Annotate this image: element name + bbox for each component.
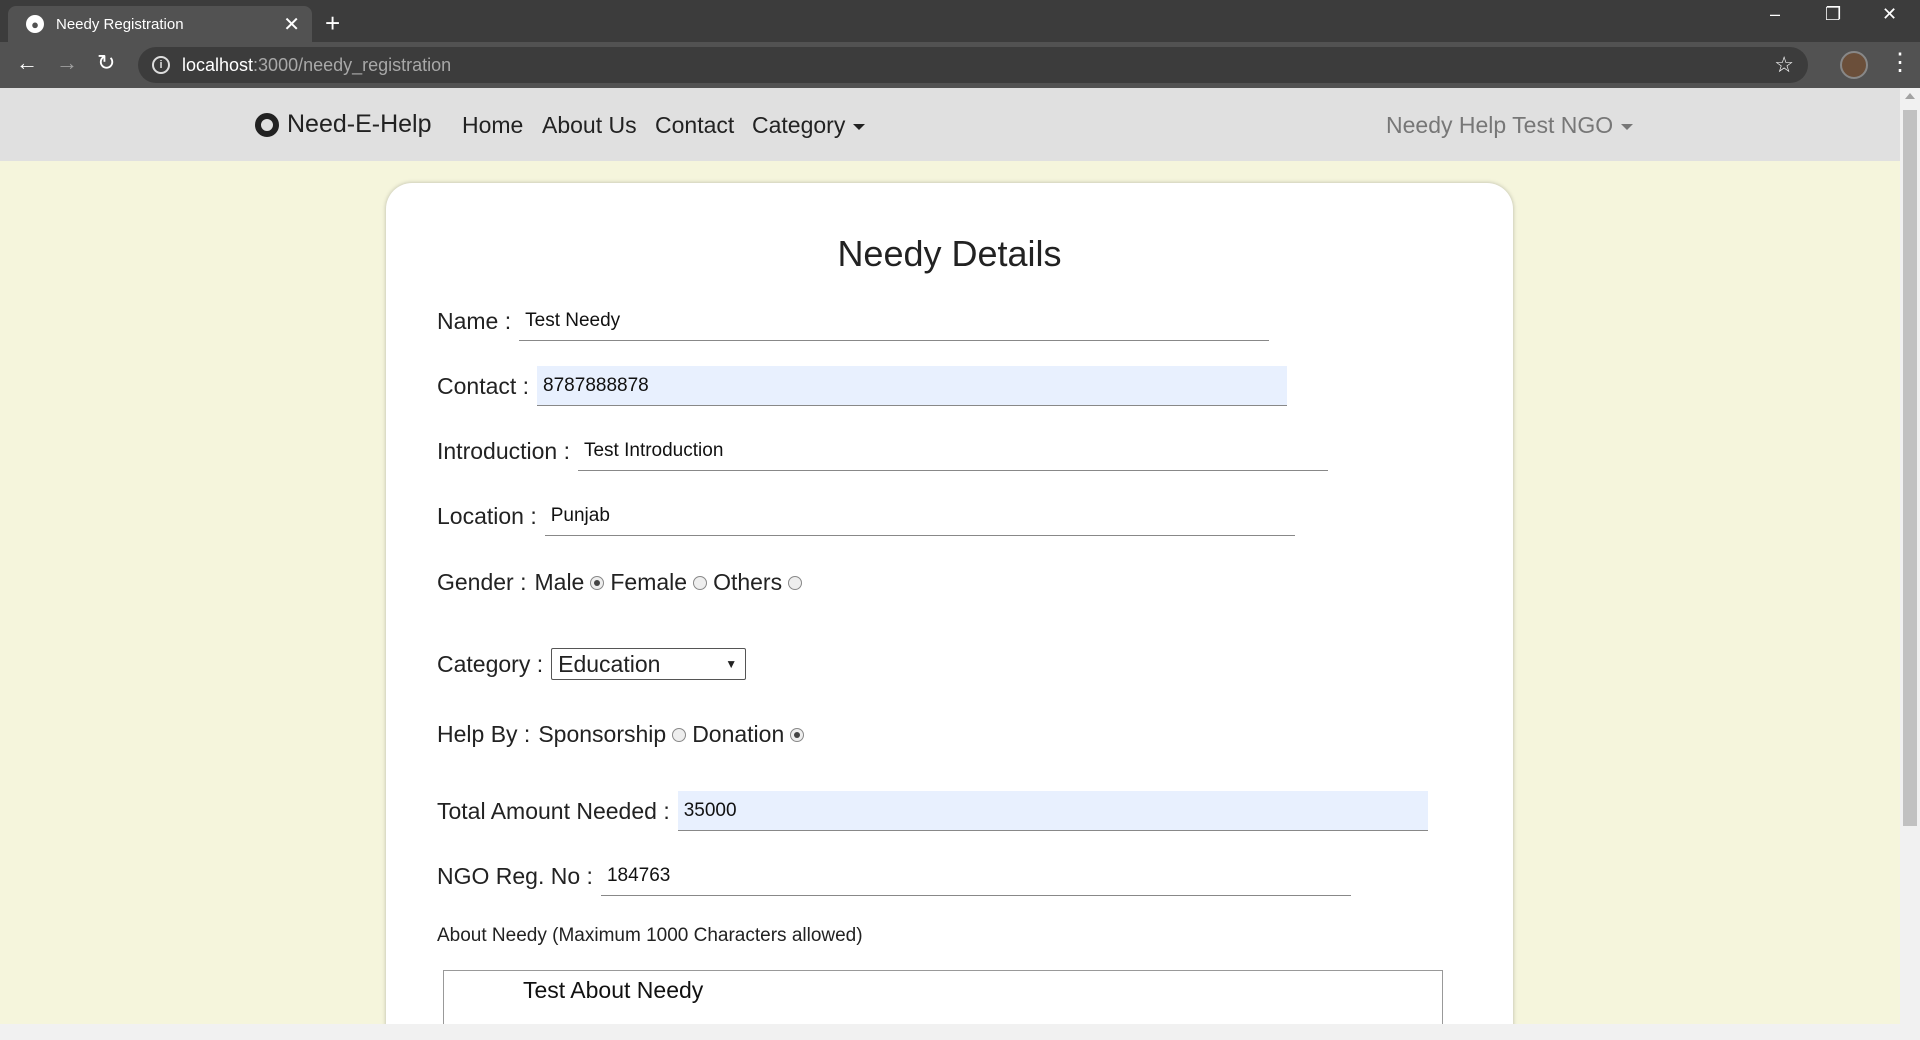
ngo-regno-row: NGO Reg. No : (437, 856, 1351, 896)
amount-row: Total Amount Needed : (437, 791, 1428, 831)
helpby-donation-radio[interactable] (790, 727, 805, 742)
category-row: Category : Education ▼ (437, 648, 747, 680)
introduction-row: Introduction : (437, 431, 1328, 471)
vertical-scrollbar[interactable] (1900, 88, 1920, 1040)
gender-female-label: Female (610, 569, 688, 595)
gender-label: Gender : (437, 569, 527, 595)
back-icon[interactable]: ← (16, 50, 38, 76)
browser-tabstrip: ● Needy Registration ✕ + – ❐ ✕ (0, 0, 1920, 42)
brand-link[interactable]: Need-E-Help (255, 110, 432, 139)
contact-row: Contact : (437, 366, 1288, 406)
gender-others-label: Others (713, 569, 783, 595)
amount-label: Total Amount Needed : (437, 797, 670, 824)
location-row: Location : (437, 496, 1295, 536)
forward-icon[interactable]: → (56, 50, 78, 76)
needy-details-card: Needy Details Name : Contact : Introduct… (386, 183, 1513, 1040)
about-needy-label: About Needy (Maximum 1000 Characters all… (437, 925, 863, 946)
globe-icon: ● (26, 15, 44, 33)
window-close-icon[interactable]: ✕ (1882, 4, 1897, 25)
ngo-regno-input[interactable] (600, 856, 1351, 896)
ngo-regno-label: NGO Reg. No : (437, 862, 593, 889)
caret-down-icon (1621, 123, 1634, 130)
name-label: Name : (437, 307, 512, 334)
helpby-label: Help By : (437, 721, 531, 747)
category-select[interactable]: Education ▼ (551, 648, 747, 680)
nav-contact[interactable]: Contact (655, 112, 734, 139)
close-tab-icon[interactable]: ✕ (283, 12, 300, 37)
gender-male-radio[interactable] (590, 575, 605, 590)
category-label: Category : (437, 650, 544, 677)
bookmark-star-icon[interactable]: ☆ (1774, 52, 1794, 78)
gender-female-radio[interactable] (693, 575, 708, 590)
gender-male-label: Male (534, 569, 585, 595)
helpby-sponsorship-radio[interactable] (672, 727, 687, 742)
helpby-sponsorship-label: Sponsorship (538, 721, 667, 747)
nav-category-label: Category (752, 112, 846, 138)
browser-tab[interactable]: ● Needy Registration ✕ (8, 6, 312, 42)
contact-label: Contact : (437, 372, 530, 399)
category-selected-value: Education (558, 650, 661, 677)
lifering-icon (255, 112, 279, 137)
nav-about-us[interactable]: About Us (542, 112, 637, 139)
browser-menu-icon[interactable]: ⋮ (1888, 48, 1912, 77)
new-tab-icon[interactable]: + (325, 8, 340, 39)
location-input[interactable] (544, 496, 1295, 536)
scrollbar-thumb[interactable] (1903, 110, 1917, 826)
browser-toolbar: ← → ↻ i localhost:3000/needy_registratio… (0, 42, 1920, 88)
introduction-input[interactable] (577, 431, 1328, 471)
select-arrow-icon: ▼ (725, 657, 738, 671)
profile-avatar[interactable] (1840, 51, 1868, 79)
caret-down-icon (853, 123, 866, 130)
restore-icon[interactable]: ❐ (1825, 4, 1841, 25)
account-name: Needy Help Test NGO (1386, 112, 1614, 138)
name-row: Name : (437, 301, 1270, 341)
introduction-label: Introduction : (437, 437, 570, 464)
reload-icon[interactable]: ↻ (97, 50, 115, 76)
location-label: Location : (437, 502, 537, 529)
url-path: :3000/needy_registration (253, 54, 452, 75)
site-navbar: Need-E-Help Home About Us Contact Catego… (0, 88, 1900, 161)
name-input[interactable] (519, 301, 1270, 341)
nav-category-dropdown[interactable]: Category (752, 112, 866, 139)
scroll-up-icon[interactable] (1905, 93, 1915, 99)
minimize-icon[interactable]: – (1770, 4, 1780, 25)
amount-input[interactable] (677, 791, 1428, 831)
info-icon[interactable]: i (152, 56, 170, 74)
contact-input[interactable] (537, 366, 1288, 406)
nav-home[interactable]: Home (462, 112, 523, 139)
gender-others-radio[interactable] (788, 575, 803, 590)
account-dropdown[interactable]: Needy Help Test NGO (1386, 112, 1634, 139)
url-host: localhost (182, 54, 254, 75)
horizontal-scrollbar[interactable] (0, 1024, 1900, 1040)
address-bar[interactable]: i localhost:3000/needy_registration ☆ (138, 47, 1808, 83)
tab-title: Needy Registration (56, 15, 184, 33)
helpby-donation-label: Donation (692, 721, 785, 747)
gender-row: Gender : Male Female Others (437, 569, 808, 596)
brand-name: Need-E-Help (287, 110, 432, 138)
page-title: Needy Details (837, 233, 1062, 274)
helpby-row: Help By : Sponsorship Donation (437, 721, 810, 748)
